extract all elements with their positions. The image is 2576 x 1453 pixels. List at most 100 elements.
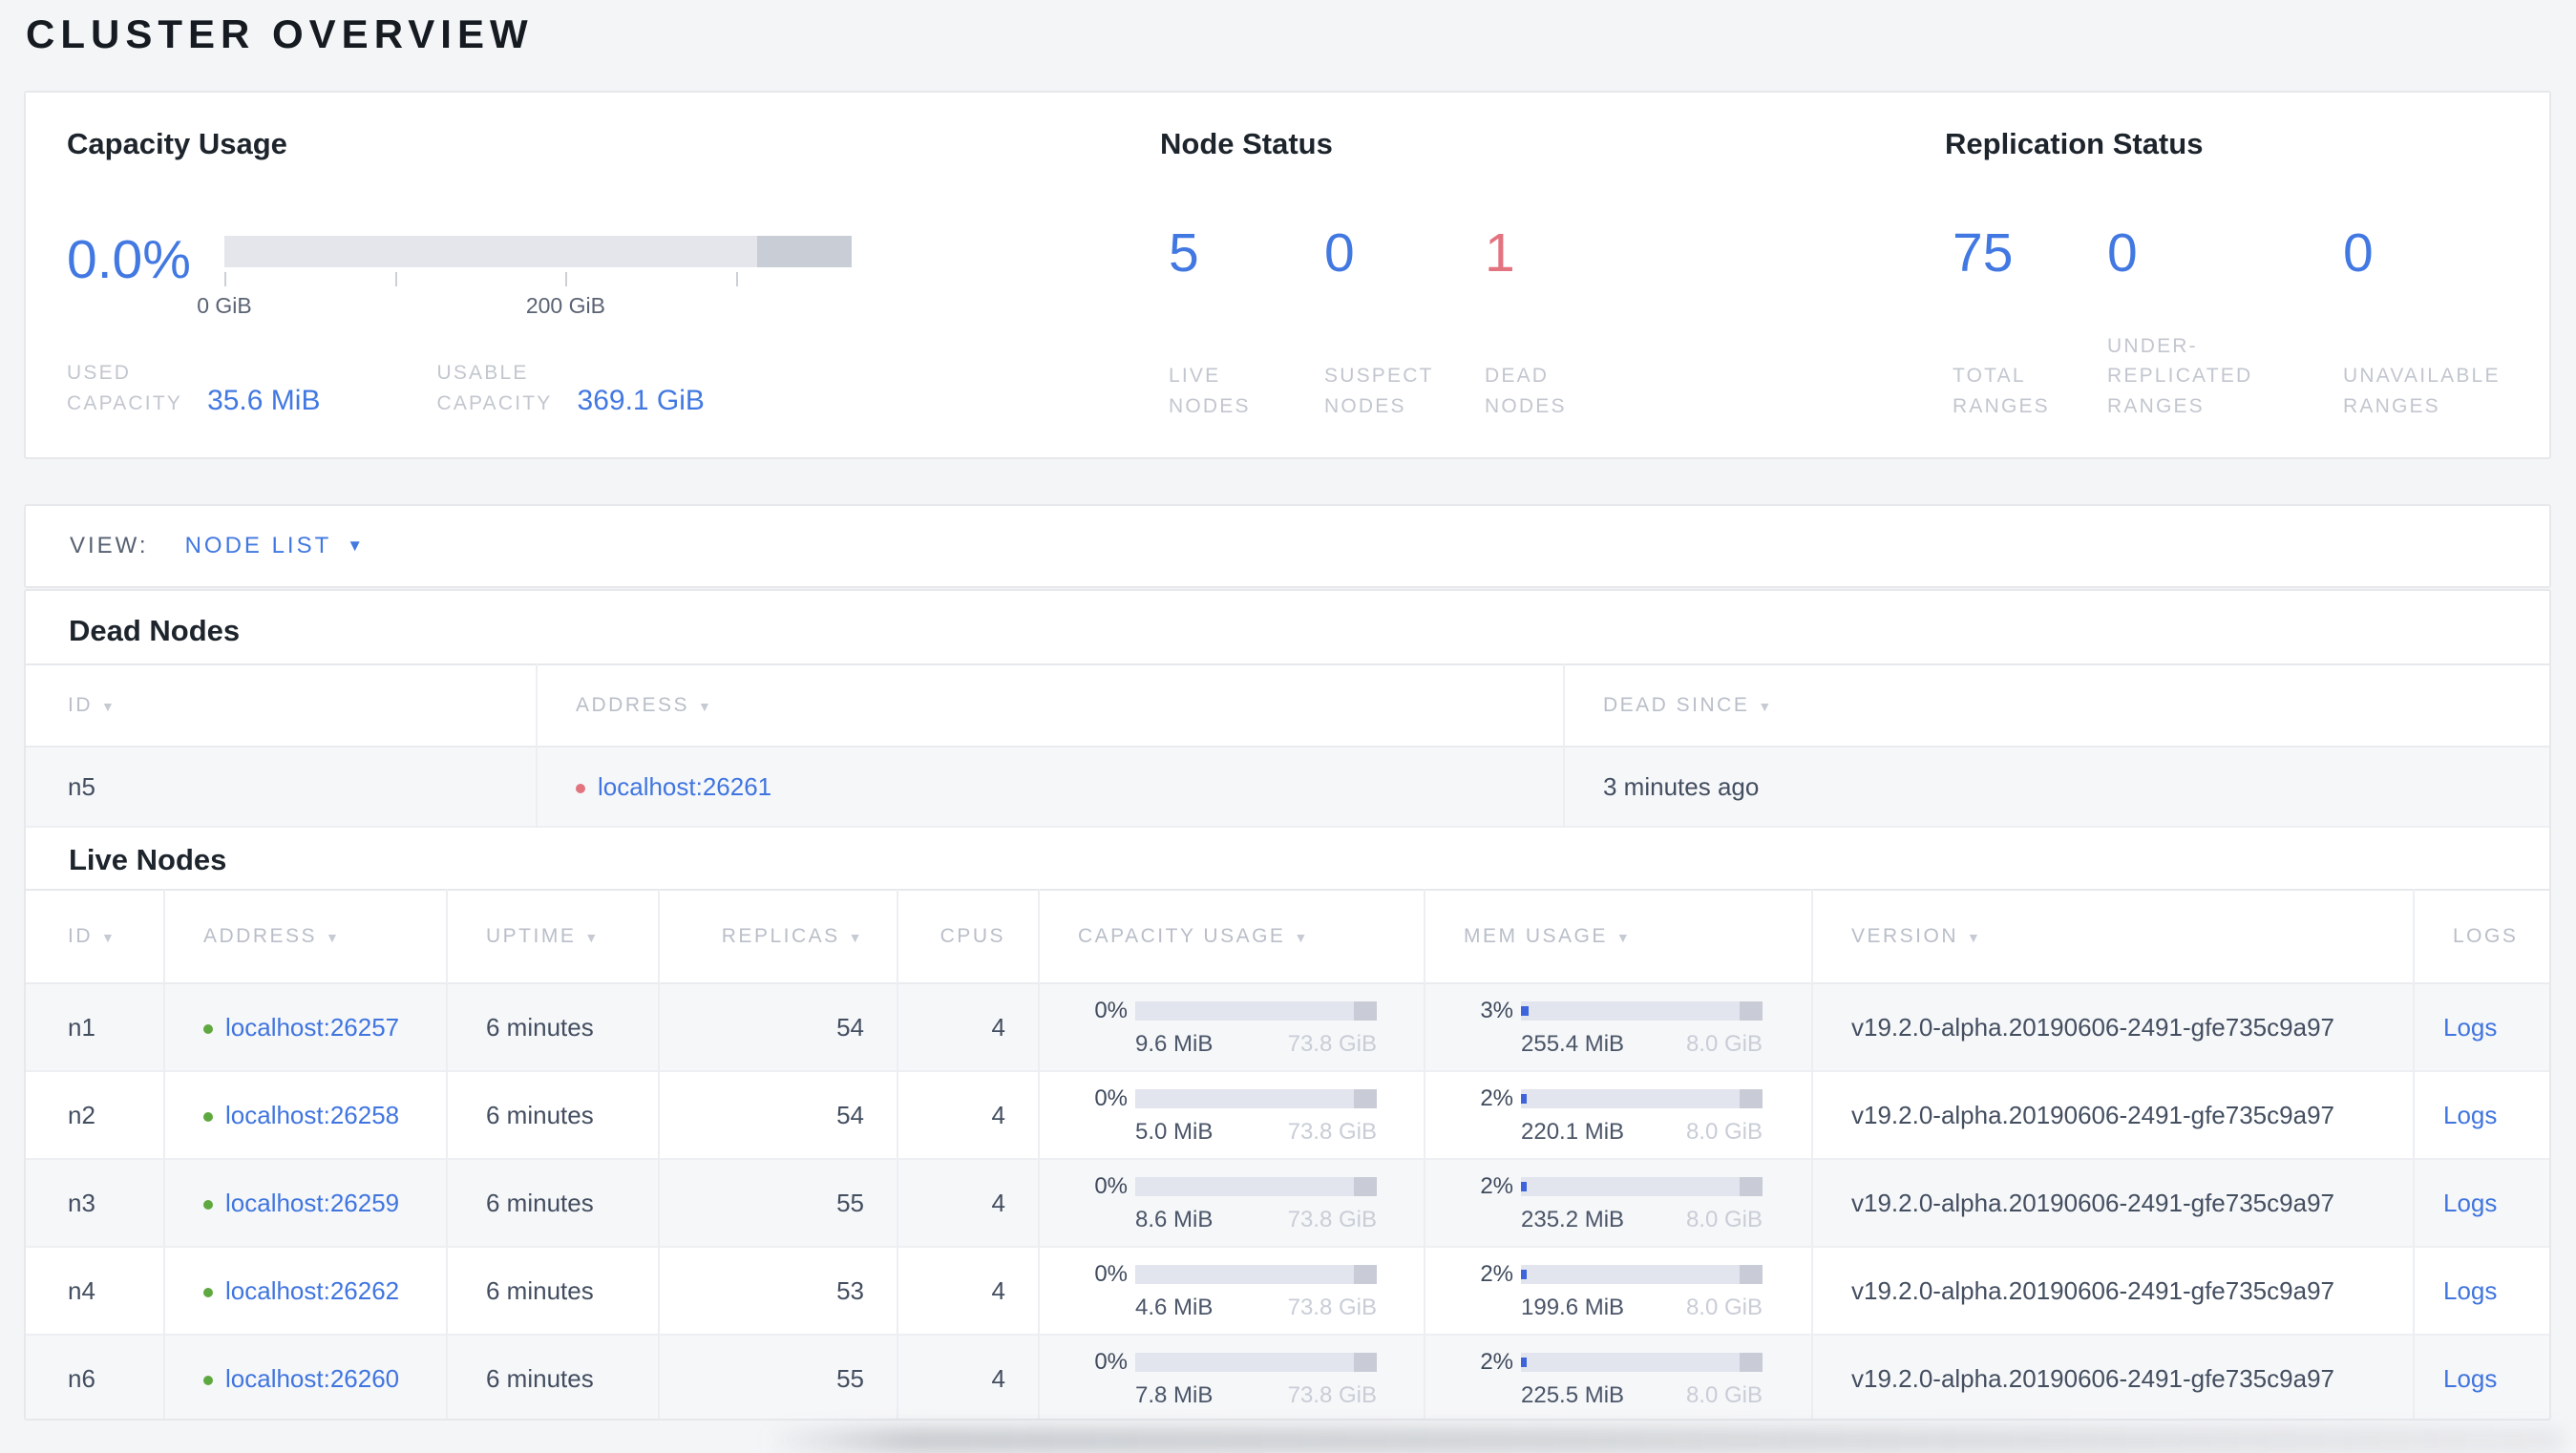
memory-usage-bar-fill — [1521, 1269, 1528, 1279]
column-header-id[interactable]: ID ▼ — [26, 664, 537, 747]
summary-metric-label: SUSPECT NODES — [1324, 365, 1434, 417]
memory-usage-bar-reserved — [1740, 1352, 1763, 1372]
summary-metric: 0 SUSPECT NODES — [1324, 215, 1485, 421]
column-header-label: CPUS — [940, 925, 1005, 947]
node-id-cell: n4 — [68, 1275, 95, 1305]
summary-metric-label: UNAVAILABLE RANGES — [2343, 365, 2501, 417]
sort-desc-icon[interactable]: ▼ — [849, 930, 864, 945]
summary-metric-value: 75 — [1953, 222, 2014, 284]
capacity-usage-bar-reserved — [1354, 1264, 1377, 1284]
column-header-version[interactable]: VERSION ▼ — [1811, 890, 2414, 983]
node-address-link[interactable]: localhost:26262 — [225, 1276, 399, 1305]
sort-desc-icon[interactable]: ▼ — [584, 930, 600, 945]
summary-metric-label: TOTAL RANGES — [1953, 365, 2050, 417]
node-address-link[interactable]: localhost:26258 — [225, 1101, 399, 1129]
memory-usage-values: 199.6 MiB 8.0 GiB — [1521, 1295, 1763, 1321]
logs-link[interactable]: Logs — [2443, 1364, 2497, 1393]
capacity-bar-chart: 0 GiB 200 GiB — [197, 236, 852, 318]
memory-usage-percent: 3% — [1480, 997, 1513, 1023]
memory-usage-bar-track — [1521, 1000, 1763, 1021]
capacity-usage-bar-reserved — [1354, 1000, 1377, 1021]
used-capacity-stat: USED CAPACITY 35.6 MiB — [67, 358, 320, 418]
memory-total-value: 8.0 GiB — [1685, 1030, 1763, 1057]
sort-desc-icon[interactable]: ▼ — [101, 930, 116, 945]
sort-desc-icon[interactable]: ▼ — [1758, 699, 1773, 714]
capacity-usage-values: 4.6 MiB 73.8 GiB — [1135, 1295, 1377, 1321]
summary-metric: 1 DEAD NODES — [1485, 215, 1676, 421]
logs-link[interactable]: Logs — [2443, 1101, 2497, 1129]
column-header-label: ADDRESS — [203, 925, 318, 947]
capacity-usage-bar-track — [1135, 1352, 1377, 1372]
replicas-cell: 54 — [658, 1071, 897, 1159]
node-status-metrics: 5 LIVE NODES 0 SUSPECT NODES 1 DEAD NODES — [1169, 215, 1676, 421]
memory-usage-cell: 2% 199.6 MiB 8.0 GiB — [1424, 1247, 1812, 1335]
cpus-cell: 4 — [897, 983, 1039, 1071]
node-address-link[interactable]: localhost:26260 — [225, 1364, 399, 1393]
view-label: VIEW: — [70, 533, 149, 558]
uptime-cell: 6 minutes — [446, 1335, 659, 1419]
version-cell: v19.2.0-alpha.20190606-2491-gfe735c9a97 — [1811, 1071, 2414, 1159]
logs-link[interactable]: Logs — [2443, 1276, 2497, 1305]
sort-desc-icon[interactable]: ▼ — [698, 699, 713, 714]
capacity-bar-reserved-segment — [757, 236, 852, 267]
replicas-cell: 55 — [658, 1335, 897, 1419]
logs-link[interactable]: Logs — [2443, 1189, 2497, 1217]
summary-metric-value: 0 — [1324, 222, 1355, 284]
capacity-usage-title: Capacity Usage — [67, 127, 287, 160]
summary-metric-label: LIVE NODES — [1169, 365, 1251, 417]
memory-usage-values: 225.5 MiB 8.0 GiB — [1521, 1382, 1763, 1409]
capacity-used-value: 4.6 MiB — [1135, 1294, 1214, 1320]
column-header-label: UPTIME — [486, 925, 577, 947]
capacity-stats: USED CAPACITY 35.6 MiB USABLE CAPACITY 3… — [67, 358, 705, 418]
column-header-cpus: CPUS — [897, 890, 1039, 983]
capacity-usage-percent: 0% — [1094, 1172, 1128, 1199]
version-cell: v19.2.0-alpha.20190606-2491-gfe735c9a97 — [1811, 1247, 2414, 1335]
node-status-title: Node Status — [1160, 127, 1333, 160]
memory-usage-bar-reserved — [1740, 1264, 1763, 1284]
sort-desc-icon[interactable]: ▼ — [1616, 930, 1632, 945]
column-header-capacity-usage[interactable]: CAPACITY USAGE ▼ — [1038, 890, 1425, 983]
view-selector-bar: VIEW: NODE LIST ▼ — [24, 504, 2551, 588]
summary-metric-label: DEAD NODES — [1485, 365, 1567, 417]
column-header-dead-since[interactable]: DEAD SINCE ▼ — [1563, 664, 2549, 747]
axis-tick — [224, 272, 226, 286]
live-status-icon — [203, 1199, 213, 1210]
replication-status-metrics: 75 TOTAL RANGES 0 UNDER- REPLICATED RANGES 0… — [1953, 215, 2563, 421]
memory-usage-bar-track — [1521, 1352, 1763, 1372]
column-header-address[interactable]: ADDRESS ▼ — [536, 664, 1564, 747]
column-header-uptime[interactable]: UPTIME ▼ — [446, 890, 659, 983]
column-header-label: LOGS — [2453, 925, 2519, 947]
sort-desc-icon[interactable]: ▼ — [326, 930, 341, 945]
scroll-shadow — [764, 1428, 2565, 1453]
logs-link[interactable]: Logs — [2443, 1013, 2497, 1042]
capacity-usage-bar-row: 0% — [1078, 1261, 1423, 1288]
node-address-link[interactable]: localhost:26259 — [225, 1189, 399, 1217]
sort-desc-icon[interactable]: ▼ — [101, 699, 116, 714]
column-header-address[interactable]: ADDRESS ▼ — [163, 890, 447, 983]
sort-desc-icon[interactable]: ▼ — [1294, 930, 1309, 945]
version-cell: v19.2.0-alpha.20190606-2491-gfe735c9a97 — [1811, 1159, 2414, 1247]
node-address-link[interactable]: localhost:26257 — [225, 1013, 399, 1042]
column-header-replicas[interactable]: REPLICAS ▼ — [658, 890, 897, 983]
column-header-id[interactable]: ID ▼ — [26, 890, 164, 983]
logs-cell: Logs — [2413, 1335, 2549, 1419]
capacity-usage-bar-track — [1135, 1088, 1377, 1108]
column-header-mem-usage[interactable]: MEM USAGE ▼ — [1424, 890, 1812, 983]
capacity-usage-percent: 0% — [1094, 1348, 1128, 1375]
column-header-logs: LOGS — [2413, 890, 2549, 983]
memory-usage-bar-reserved — [1740, 1000, 1763, 1021]
memory-usage-cell: 2% 220.1 MiB 8.0 GiB — [1424, 1071, 1812, 1159]
column-header-label: CAPACITY USAGE — [1078, 925, 1286, 947]
summary-metric-value: 5 — [1169, 222, 1199, 284]
node-id-cell: n2 — [68, 1100, 95, 1129]
memory-used-value: 255.4 MiB — [1521, 1030, 1625, 1057]
capacity-ticks: 0 GiB 200 GiB — [197, 272, 852, 318]
capacity-usage-bar-reserved — [1354, 1352, 1377, 1372]
sort-desc-icon[interactable]: ▼ — [1967, 930, 1982, 945]
uptime-cell: 6 minutes — [446, 1071, 659, 1159]
memory-usage-values: 235.2 MiB 8.0 GiB — [1521, 1207, 1763, 1233]
column-header-label: MEM USAGE — [1464, 925, 1608, 947]
node-address-link[interactable]: localhost:26261 — [598, 772, 771, 801]
chevron-down-icon[interactable]: ▼ — [347, 537, 363, 556]
view-dropdown[interactable]: NODE LIST — [185, 533, 332, 559]
